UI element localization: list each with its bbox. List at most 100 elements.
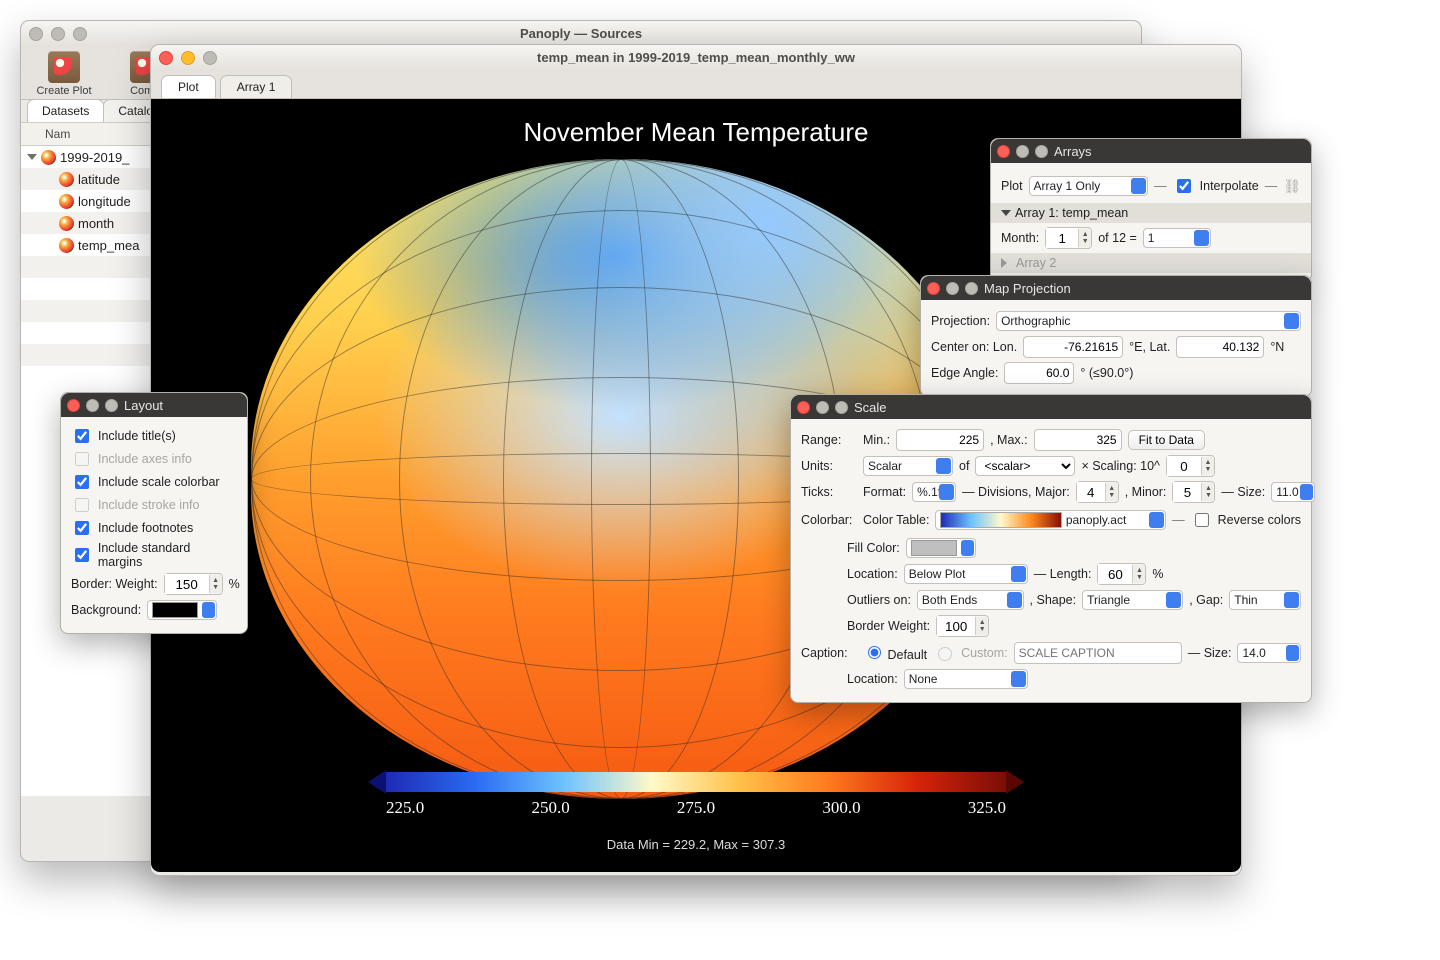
month-stepper[interactable]: ▲▼	[1045, 227, 1092, 249]
projection-select[interactable]: Orthographic	[996, 311, 1301, 331]
interpolate-checkbox[interactable]: Interpolate	[1173, 176, 1259, 196]
close-icon[interactable]	[159, 51, 173, 65]
panel-titlebar[interactable]: Map Projection	[921, 276, 1311, 300]
units-of-select[interactable]: <scalar>	[975, 456, 1075, 476]
panel-title-text: Layout	[124, 398, 163, 413]
layout-panel: Layout Include title(s) Include axes inf…	[60, 392, 248, 634]
include-colorbar-checkbox[interactable]: Include scale colorbar	[71, 472, 237, 492]
panel-title-text: Map Projection	[984, 281, 1071, 296]
plot-titlebar: temp_mean in 1999-2019_temp_mean_monthly…	[151, 45, 1241, 71]
scale-panel: Scale Range: Min.: , Max.: Fit to Data U…	[790, 394, 1312, 703]
zoom-icon	[105, 399, 118, 412]
close-icon[interactable]	[997, 145, 1010, 158]
link-icon[interactable]: ⛓	[1283, 178, 1301, 195]
array1-section-header[interactable]: Array 1: temp_mean	[991, 203, 1311, 223]
scaling-stepper[interactable]: ▲▼	[1166, 455, 1215, 477]
range-max-input[interactable]	[1034, 429, 1122, 451]
var-icon	[59, 238, 74, 253]
caption-custom-radio: Custom:	[933, 644, 1008, 661]
plot-title: November Mean Temperature	[524, 117, 869, 148]
length-stepper[interactable]: ▲▼	[1097, 563, 1146, 585]
minimize-icon	[1016, 145, 1029, 158]
colorbar-location-select[interactable]: Below Plot	[904, 564, 1028, 584]
tab-array1[interactable]: Array 1	[220, 75, 293, 98]
colortable-swatch	[940, 512, 1062, 528]
center-label: Center on: Lon.	[931, 340, 1017, 354]
panel-titlebar[interactable]: Scale	[791, 395, 1311, 419]
close-icon[interactable]	[67, 399, 80, 412]
reverse-colors-checkbox[interactable]: Reverse colors	[1191, 510, 1301, 530]
colorbar-label: Colorbar:	[801, 513, 857, 527]
close-icon[interactable]	[927, 282, 940, 295]
outliers-select[interactable]: Both Ends	[917, 590, 1024, 610]
edge-angle-input[interactable]	[1004, 362, 1074, 384]
projection-label: Projection:	[931, 314, 990, 328]
format-select[interactable]: %.1f	[912, 482, 956, 502]
border-weight-stepper[interactable]: ▲▼	[164, 573, 223, 595]
minimize-icon	[86, 399, 99, 412]
zoom-icon	[1035, 145, 1048, 158]
fit-to-data-button[interactable]: Fit to Data	[1128, 430, 1205, 450]
caption-default-radio[interactable]: Default	[863, 643, 927, 662]
colorbar-gradient	[386, 772, 1006, 792]
units-label: Units:	[801, 459, 857, 473]
units-mode-select[interactable]: Scalar	[863, 456, 953, 476]
caption-location-select[interactable]: None	[904, 669, 1028, 689]
background-select[interactable]	[147, 600, 217, 620]
minimize-icon[interactable]	[181, 51, 195, 65]
dataset-icon	[41, 150, 56, 165]
zoom-icon[interactable]	[73, 27, 87, 41]
ticks-label: Ticks:	[801, 485, 857, 499]
month-label: Month:	[1001, 231, 1039, 245]
month-index-select[interactable]: 1	[1143, 228, 1211, 248]
create-plot-button[interactable]: Create Plot	[29, 51, 99, 97]
outlier-gap-select[interactable]: Thin	[1229, 590, 1301, 610]
var-icon	[59, 194, 74, 209]
color-swatch	[911, 540, 957, 556]
include-titles-checkbox[interactable]: Include title(s)	[71, 426, 237, 446]
panel-title-text: Scale	[854, 400, 887, 415]
lon-input[interactable]	[1023, 336, 1123, 358]
tab-datasets[interactable]: Datasets	[27, 99, 104, 122]
cb-borderweight-stepper[interactable]: ▲▼	[936, 615, 989, 637]
close-icon[interactable]	[797, 401, 810, 414]
include-margins-checkbox[interactable]: Include standard margins	[71, 541, 237, 569]
caption-custom-input[interactable]	[1014, 642, 1182, 664]
disclosure-icon[interactable]	[27, 154, 37, 160]
panel-title-text: Arrays	[1054, 144, 1092, 159]
array2-section-header[interactable]: Array 2	[991, 253, 1311, 273]
colortable-select[interactable]: panoply.act	[935, 510, 1166, 530]
chevron-down-icon	[1001, 210, 1011, 216]
caption-size-select[interactable]: 14.0	[1237, 643, 1301, 663]
map-projection-panel: Map Projection Projection: Orthographic …	[920, 275, 1312, 397]
window-title: Panoply — Sources	[520, 26, 642, 41]
tick-size-select[interactable]: 11.0	[1271, 482, 1315, 502]
tab-plot[interactable]: Plot	[161, 75, 216, 98]
outlier-shape-select[interactable]: Triangle	[1082, 590, 1183, 610]
panel-titlebar[interactable]: Arrays	[991, 139, 1311, 163]
divisions-major-stepper[interactable]: ▲▼	[1076, 481, 1119, 503]
panel-titlebar[interactable]: Layout	[61, 393, 247, 417]
colorbar-ticks: 225.0 250.0 275.0 300.0 325.0	[386, 798, 1006, 818]
plot-tabs: Plot Array 1	[151, 71, 1241, 99]
close-icon[interactable]	[29, 27, 43, 41]
plot-label: Plot	[1001, 179, 1023, 193]
minimize-icon	[816, 401, 829, 414]
window-title: temp_mean in 1999-2019_temp_mean_monthly…	[537, 50, 855, 65]
background-label: Background:	[71, 603, 141, 617]
minimize-icon[interactable]	[51, 27, 65, 41]
include-footnotes-checkbox[interactable]: Include footnotes	[71, 518, 237, 538]
lat-input[interactable]	[1176, 336, 1264, 358]
var-icon	[59, 216, 74, 231]
include-axes-checkbox: Include axes info	[71, 449, 237, 469]
zoom-icon	[835, 401, 848, 414]
edge-angle-label: Edge Angle:	[931, 366, 998, 380]
zoom-icon	[965, 282, 978, 295]
chevron-right-icon	[1001, 258, 1012, 268]
fillcolor-select[interactable]	[906, 538, 976, 558]
zoom-icon[interactable]	[203, 51, 217, 65]
range-min-input[interactable]	[896, 429, 984, 451]
plot-mode-select[interactable]: Array 1 Only	[1029, 176, 1149, 196]
include-stroke-checkbox: Include stroke info	[71, 495, 237, 515]
divisions-minor-stepper[interactable]: ▲▼	[1172, 481, 1215, 503]
